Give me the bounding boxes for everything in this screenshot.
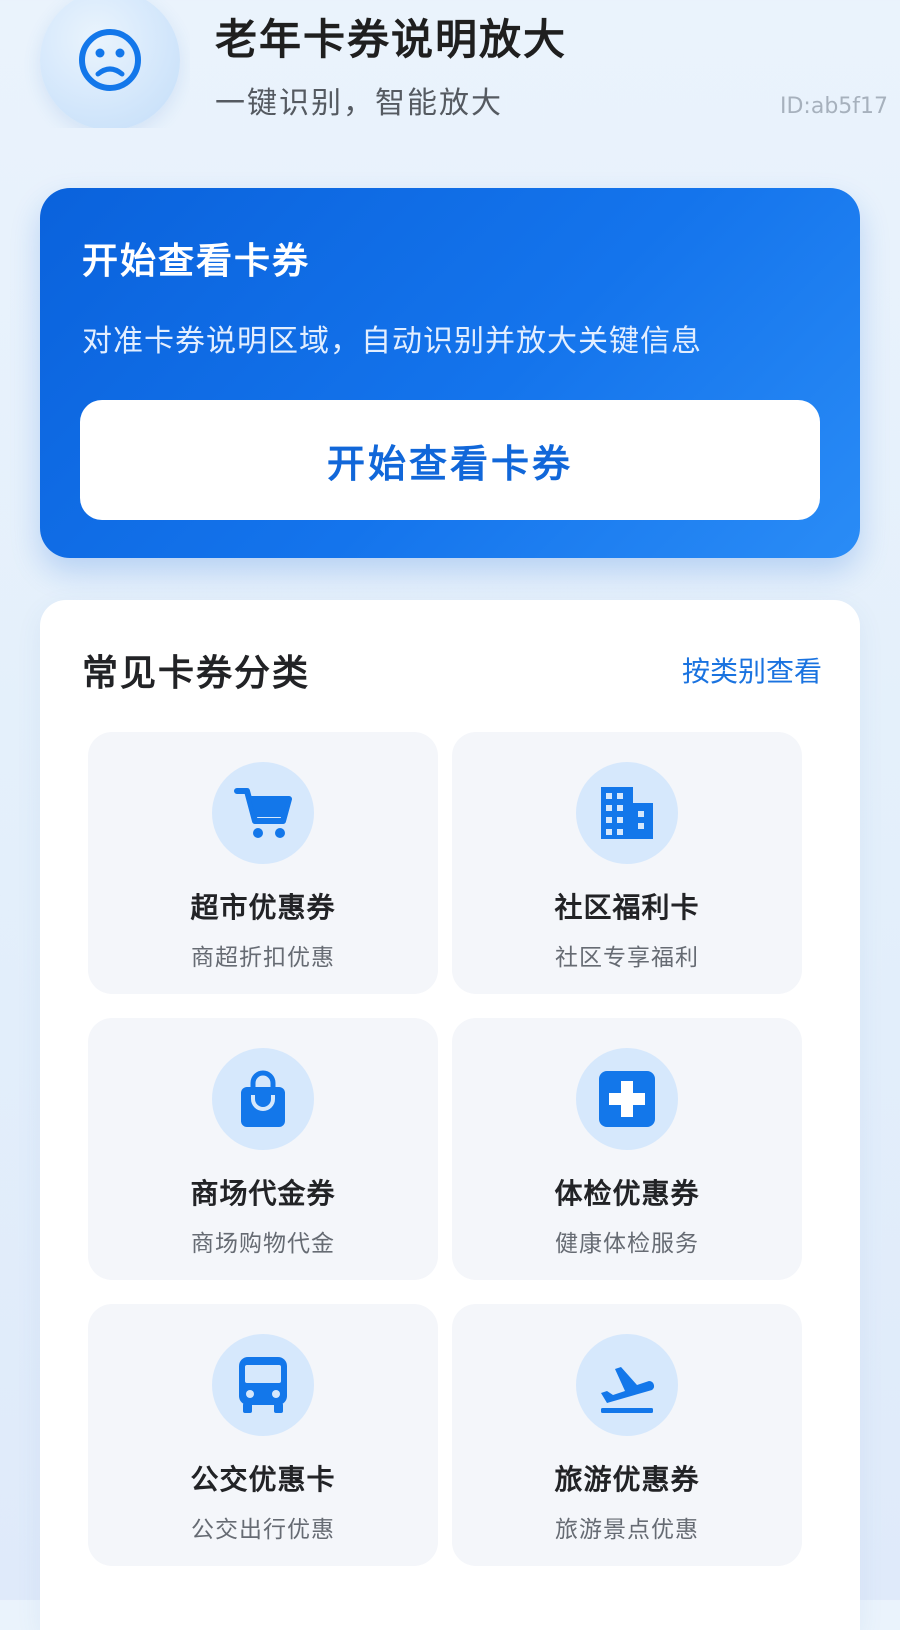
category-section-title: 常见卡券分类 [82, 653, 311, 694]
tile-description: 商场购物代金 [191, 1231, 335, 1257]
tile-description: 商超折扣优惠 [191, 945, 335, 971]
app-id-label: ID:ab5f17 [780, 94, 889, 119]
avatar[interactable] [40, 0, 180, 128]
tile-description: 公交出行优惠 [191, 1517, 335, 1543]
tile-description: 健康体检服务 [555, 1231, 699, 1257]
category-tile-health[interactable]: 体检优惠券 健康体检服务 [452, 1018, 802, 1280]
category-tile-travel[interactable]: 旅游优惠券 旅游景点优惠 [452, 1304, 802, 1566]
tile-icon-bg [212, 762, 314, 864]
tile-name: 社区福利卡 [554, 891, 700, 924]
category-tile-bus[interactable]: 公交优惠卡 公交出行优惠 [88, 1304, 438, 1566]
start-card-description: 对准卡券说明区域，自动识别并放大关键信息 [82, 324, 702, 359]
building-icon [601, 787, 653, 839]
start-card-title: 开始查看卡券 [82, 241, 311, 282]
tile-icon-bg [212, 1048, 314, 1150]
shopping-cart-icon [234, 788, 292, 838]
category-tile-mall[interactable]: 商场代金券 商场购物代金 [88, 1018, 438, 1280]
bus-icon [239, 1357, 287, 1413]
start-view-button[interactable]: 开始查看卡券 [80, 400, 820, 520]
tile-name: 公交优惠卡 [190, 1463, 336, 1496]
tile-name: 商场代金券 [190, 1177, 336, 1210]
tile-name: 超市优惠券 [190, 891, 336, 924]
airplane-departure-icon [601, 1367, 654, 1413]
tile-name: 旅游优惠券 [554, 1463, 700, 1496]
sad-face-icon [79, 29, 141, 91]
app-title: 老年卡券说明放大 [215, 15, 568, 64]
medical-cross-icon [599, 1071, 655, 1127]
tile-description: 旅游景点优惠 [555, 1517, 699, 1543]
avatar-container [0, 0, 190, 128]
shopping-bag-icon [241, 1070, 285, 1127]
tile-description: 社区专享福利 [555, 945, 699, 971]
tile-icon-bg [576, 762, 678, 864]
tile-icon-bg [576, 1048, 678, 1150]
tile-icon-bg [212, 1334, 314, 1436]
category-panel: 常见卡券分类 按类别查看 超市优惠券 商超折扣优惠 社区福利卡 社区专享福利 商… [40, 600, 860, 1630]
tile-icon-bg [576, 1334, 678, 1436]
start-card: 开始查看卡券 对准卡券说明区域，自动识别并放大关键信息 开始查看卡券 [40, 188, 860, 558]
tile-name: 体检优惠券 [554, 1177, 700, 1210]
category-tile-supermarket[interactable]: 超市优惠券 商超折扣优惠 [88, 732, 438, 994]
category-tile-community[interactable]: 社区福利卡 社区专享福利 [452, 732, 802, 994]
app-subtitle: 一键识别，智能放大 [215, 86, 503, 121]
view-by-category-link[interactable]: 按类别查看 [682, 650, 822, 690]
